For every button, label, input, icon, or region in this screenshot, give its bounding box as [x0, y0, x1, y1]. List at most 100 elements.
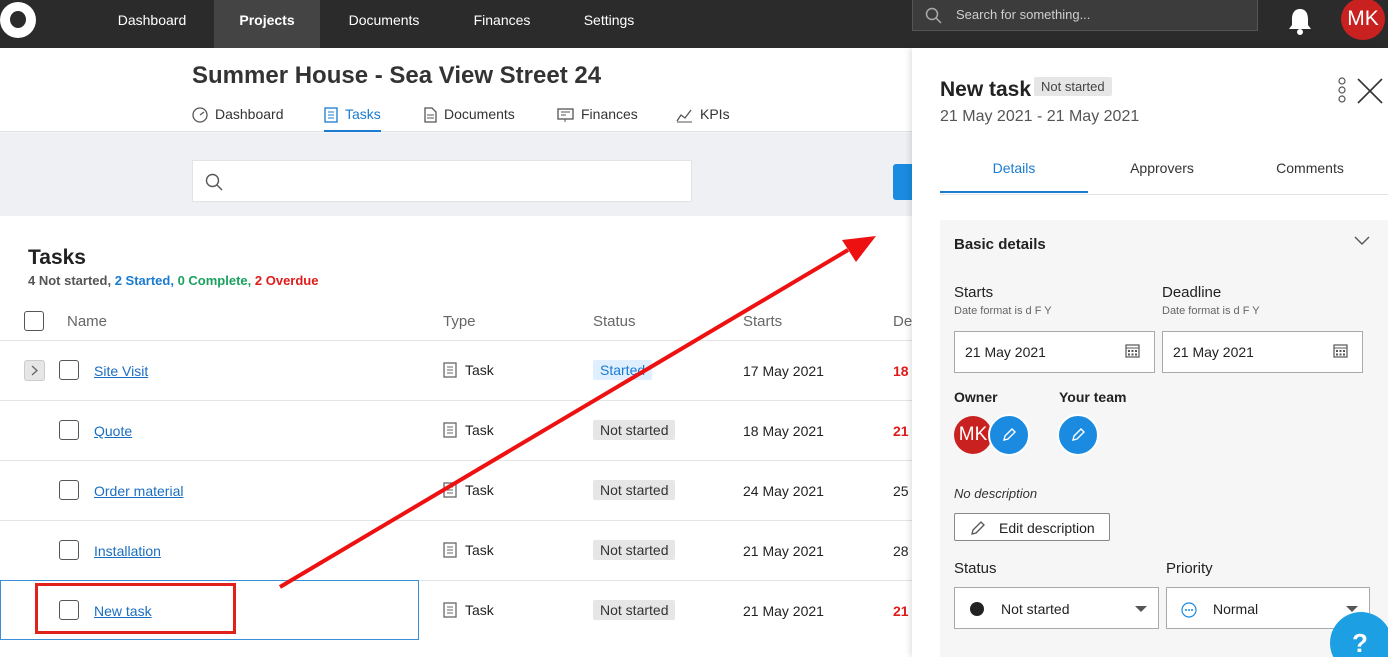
- task-deadline: 21: [893, 423, 909, 439]
- deadline-date-value: 21 May 2021: [1173, 344, 1254, 360]
- documents-icon: [424, 107, 437, 123]
- section-heading: Basic details: [954, 236, 1046, 253]
- summary-overdue: 2 Overdue: [254, 273, 319, 288]
- nav-projects[interactable]: Projects: [214, 0, 320, 48]
- task-start-date: 17 May 2021: [743, 363, 824, 379]
- edit-description-button[interactable]: Edit description: [954, 513, 1110, 541]
- add-task-button[interactable]: [893, 164, 912, 200]
- select-all-checkbox[interactable]: [24, 311, 44, 331]
- task-name-link[interactable]: Order material: [94, 483, 183, 499]
- task-icon: [443, 482, 457, 498]
- task-type: Task: [443, 542, 494, 558]
- owner-avatar[interactable]: MK: [954, 416, 992, 454]
- task-name-link[interactable]: Quote: [94, 423, 132, 439]
- search-icon: [925, 7, 942, 24]
- table-row[interactable]: Site Visit Task Started 17 May 2021 18: [0, 340, 912, 400]
- edit-owner-button[interactable]: [988, 414, 1030, 456]
- project-tab-label: Documents: [444, 106, 515, 122]
- task-deadline: 25: [893, 483, 909, 499]
- summary-complete: 0 Complete,: [177, 273, 252, 288]
- column-header-type[interactable]: Type: [443, 313, 476, 330]
- task-icon: [443, 542, 457, 558]
- pencil-icon: [1072, 428, 1085, 441]
- task-type: Task: [443, 602, 494, 618]
- task-icon: [443, 602, 457, 618]
- priority-select-value: Normal: [1213, 601, 1259, 617]
- task-type-label: Task: [465, 602, 494, 618]
- starts-date-field[interactable]: 21 May 2021: [954, 331, 1155, 373]
- help-label: ?: [1352, 628, 1368, 657]
- task-type: Task: [443, 362, 494, 378]
- edit-team-button[interactable]: [1057, 414, 1099, 456]
- team-label: Your team: [1059, 389, 1127, 405]
- nav-documents[interactable]: Documents: [330, 0, 438, 48]
- task-name-link[interactable]: Installation: [94, 543, 161, 559]
- row-checkbox[interactable]: [59, 360, 79, 380]
- status-label: Status: [954, 560, 997, 577]
- row-checkbox[interactable]: [59, 480, 79, 500]
- task-search-input[interactable]: [192, 160, 692, 202]
- summary-not-started: 4 Not started,: [28, 273, 112, 288]
- chevron-down-icon[interactable]: [1353, 235, 1371, 247]
- tasks-heading: Tasks: [28, 246, 86, 269]
- global-search-input[interactable]: Search for something...: [912, 0, 1258, 31]
- task-type: Task: [443, 482, 494, 498]
- pencil-icon: [971, 521, 985, 535]
- task-detail-panel: New task Not started 21 May 2021 - 21 Ma…: [912, 48, 1388, 657]
- column-header-starts[interactable]: Starts: [743, 313, 782, 330]
- starts-label: Starts: [954, 284, 994, 301]
- task-icon: [443, 362, 457, 378]
- expand-row-button[interactable]: [24, 360, 45, 381]
- kebab-menu-icon[interactable]: [1337, 77, 1347, 107]
- table-row[interactable]: Order material Task Not started 24 May 2…: [0, 460, 912, 520]
- column-header-status[interactable]: Status: [593, 313, 636, 330]
- task-type-label: Task: [465, 482, 494, 498]
- column-header-name[interactable]: Name: [67, 313, 107, 330]
- nav-settings[interactable]: Settings: [562, 0, 656, 48]
- task-start-date: 18 May 2021: [743, 423, 824, 439]
- project-tab-tasks[interactable]: Tasks: [324, 106, 381, 132]
- row-checkbox[interactable]: [59, 540, 79, 560]
- table-row[interactable]: Installation Task Not started 21 May 202…: [0, 520, 912, 580]
- close-icon[interactable]: [1355, 76, 1385, 106]
- panel-tab-details[interactable]: Details: [940, 147, 1088, 193]
- edit-description-label: Edit description: [999, 520, 1095, 536]
- starts-hint: Date format is d F Y: [954, 305, 1052, 317]
- column-header-deadline[interactable]: De: [893, 313, 912, 330]
- nav-finances[interactable]: Finances: [452, 0, 552, 48]
- bell-icon[interactable]: [1286, 6, 1314, 36]
- task-deadline: 21: [893, 603, 909, 619]
- calendar-icon[interactable]: [1333, 343, 1348, 358]
- task-start-date: 24 May 2021: [743, 483, 824, 499]
- project-tab-label: Tasks: [345, 106, 381, 122]
- task-type-label: Task: [465, 362, 494, 378]
- search-icon: [205, 173, 223, 191]
- table-row[interactable]: Quote Task Not started 18 May 2021 21: [0, 400, 912, 460]
- project-tab-dashboard[interactable]: Dashboard: [192, 106, 284, 132]
- panel-tab-comments[interactable]: Comments: [1236, 147, 1384, 193]
- project-tab-documents[interactable]: Documents: [423, 106, 515, 132]
- project-tab-finances[interactable]: Finances: [557, 106, 638, 132]
- starts-date-value: 21 May 2021: [965, 344, 1046, 360]
- project-tab-kpis[interactable]: KPIs: [676, 106, 730, 132]
- user-avatar[interactable]: MK: [1341, 0, 1385, 40]
- status-select[interactable]: Not started: [954, 587, 1159, 629]
- panel-tab-divider: [940, 194, 1388, 195]
- task-name-link[interactable]: Site Visit: [94, 363, 148, 379]
- priority-label: Priority: [1166, 560, 1213, 577]
- status-badge: Not started: [593, 420, 676, 440]
- nav-dashboard[interactable]: Dashboard: [96, 0, 208, 48]
- calendar-icon[interactable]: [1125, 343, 1140, 358]
- task-type: Task: [443, 422, 494, 438]
- status-badge: Not started: [593, 600, 676, 620]
- status-badge: Not started: [593, 480, 676, 500]
- app-logo[interactable]: [0, 2, 36, 38]
- panel-tab-approvers[interactable]: Approvers: [1088, 147, 1236, 193]
- row-checkbox[interactable]: [59, 420, 79, 440]
- project-tab-label: Dashboard: [215, 106, 284, 122]
- search-placeholder: Search for something...: [956, 7, 1091, 22]
- filter-bar: [0, 133, 912, 216]
- task-type-label: Task: [465, 422, 494, 438]
- no-description-text: No description: [954, 486, 1038, 501]
- deadline-date-field[interactable]: 21 May 2021: [1162, 331, 1363, 373]
